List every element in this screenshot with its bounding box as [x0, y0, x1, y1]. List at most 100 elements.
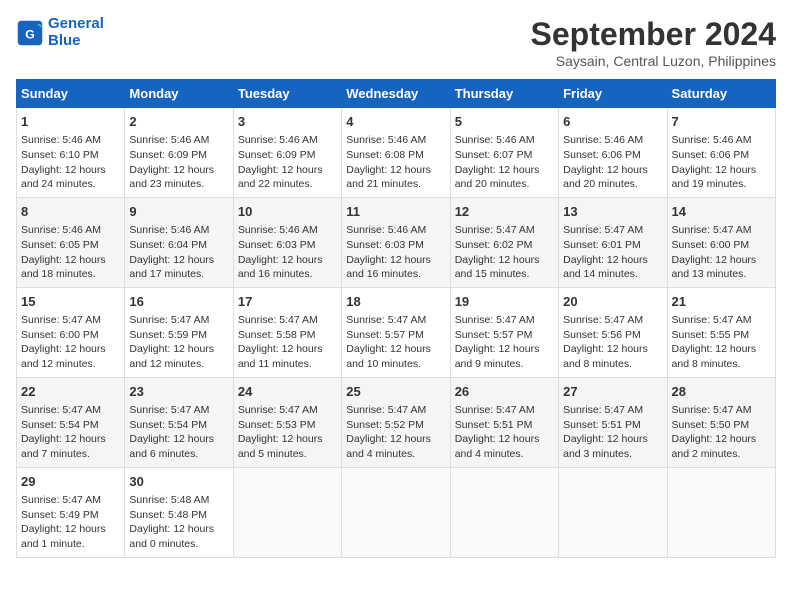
sunrise-text: Sunrise: 5:46 AM — [346, 133, 445, 148]
sunset-text: Sunset: 6:10 PM — [21, 148, 120, 163]
day-number: 27 — [563, 383, 662, 401]
day-number: 14 — [672, 203, 771, 221]
daylight-text: Daylight: 12 hours and 16 minutes. — [238, 253, 337, 282]
daylight-text: Daylight: 12 hours and 12 minutes. — [21, 342, 120, 371]
week-row-0: 1Sunrise: 5:46 AMSunset: 6:10 PMDaylight… — [17, 108, 776, 198]
cell-w1d6: 14 Sunrise: 5:47 AMSunset: 6:00 PMDayligh… — [667, 197, 775, 287]
day-number: 10 — [238, 203, 337, 221]
sunset-text: Sunset: 6:03 PM — [346, 238, 445, 253]
day-number: 25 — [346, 383, 445, 401]
calendar-table: Sunday Monday Tuesday Wednesday Thursday… — [16, 79, 776, 558]
cell-w2d3: 18Sunrise: 5:47 AMSunset: 5:57 PMDayligh… — [342, 287, 450, 377]
page-subtitle: Saysain, Central Luzon, Philippines — [531, 53, 776, 69]
sunrise-text: Sunrise: 5:47 AM — [129, 403, 228, 418]
logo-text: General Blue — [48, 16, 104, 49]
sunset-text: Sunset: 6:04 PM — [129, 238, 228, 253]
sunset-text: Sunset: 6:05 PM — [21, 238, 120, 253]
cell-w0d3: 4Sunrise: 5:46 AMSunset: 6:08 PMDaylight… — [342, 108, 450, 198]
sunrise-text: Sunrise: 5:46 AM — [238, 223, 337, 238]
title-area: September 2024 Saysain, Central Luzon, P… — [531, 16, 776, 69]
daylight-text: Daylight: 12 hours and 10 minutes. — [346, 342, 445, 371]
cell-w1d1: 9Sunrise: 5:46 AMSunset: 6:04 PMDaylight… — [125, 197, 233, 287]
cell-w0d4: 5Sunrise: 5:46 AMSunset: 6:07 PMDaylight… — [450, 108, 558, 198]
col-tuesday: Tuesday — [233, 80, 341, 108]
sunrise-text: Sunrise: 5:46 AM — [672, 133, 771, 148]
daylight-text: Daylight: 12 hours and 23 minutes. — [129, 163, 228, 192]
sunrise-text: Sunrise: 5:47 AM — [346, 403, 445, 418]
cell-w0d2: 3Sunrise: 5:46 AMSunset: 6:09 PMDaylight… — [233, 108, 341, 198]
daylight-text: Daylight: 12 hours and 4 minutes. — [346, 432, 445, 461]
cell-w3d1: 23Sunrise: 5:47 AMSunset: 5:54 PMDayligh… — [125, 377, 233, 467]
daylight-text: Daylight: 12 hours and 8 minutes. — [563, 342, 662, 371]
sunset-text: Sunset: 6:09 PM — [238, 148, 337, 163]
daylight-text: Daylight: 12 hours and 15 minutes. — [455, 253, 554, 282]
daylight-text: Daylight: 12 hours and 13 minutes. — [672, 253, 771, 282]
cell-w1d4: 12Sunrise: 5:47 AMSunset: 6:02 PMDayligh… — [450, 197, 558, 287]
sunrise-text: Sunrise: 5:47 AM — [455, 403, 554, 418]
sunrise-text: Sunrise: 5:47 AM — [346, 313, 445, 328]
cell-w0d5: 6Sunrise: 5:46 AMSunset: 6:06 PMDaylight… — [559, 108, 667, 198]
sunrise-text: Sunrise: 5:46 AM — [238, 133, 337, 148]
day-number: 1 — [21, 113, 120, 131]
cell-w3d3: 25 Sunrise: 5:47 AMSunset: 5:52 PMDayligh… — [342, 377, 450, 467]
page-title: September 2024 — [531, 16, 776, 53]
sunrise-text: Sunrise: 5:47 AM — [672, 223, 771, 238]
cell-w3d2: 24Sunrise: 5:47 AMSunset: 5:53 PMDayligh… — [233, 377, 341, 467]
cell-w4d5 — [559, 467, 667, 557]
cell-w4d6 — [667, 467, 775, 557]
cell-w4d1: 30Sunrise: 5:48 AMSunset: 5:48 PMDayligh… — [125, 467, 233, 557]
svg-text:G: G — [25, 27, 35, 41]
sunrise-text: Sunrise: 5:47 AM — [455, 313, 554, 328]
week-row-4: 29Sunrise: 5:47 AMSunset: 5:49 PMDayligh… — [17, 467, 776, 557]
sunrise-text: Sunrise: 5:47 AM — [455, 223, 554, 238]
day-number: 18 — [346, 293, 445, 311]
daylight-text: Daylight: 12 hours and 5 minutes. — [238, 432, 337, 461]
sunrise-text: Sunrise: 5:48 AM — [129, 493, 228, 508]
day-number: 21 — [672, 293, 771, 311]
day-number: 30 — [129, 473, 228, 491]
sunrise-text: Sunrise: 5:47 AM — [21, 313, 120, 328]
sunrise-text: Sunrise: 5:47 AM — [672, 403, 771, 418]
sunset-text: Sunset: 5:50 PM — [672, 418, 771, 433]
sunset-text: Sunset: 6:07 PM — [455, 148, 554, 163]
sunset-text: Sunset: 5:53 PM — [238, 418, 337, 433]
sunset-text: Sunset: 6:03 PM — [238, 238, 337, 253]
day-number: 4 — [346, 113, 445, 131]
daylight-text: Daylight: 12 hours and 24 minutes. — [21, 163, 120, 192]
cell-w2d1: 16Sunrise: 5:47 AMSunset: 5:59 PMDayligh… — [125, 287, 233, 377]
sunrise-text: Sunrise: 5:46 AM — [21, 223, 120, 238]
cell-w2d5: 20Sunrise: 5:47 AMSunset: 5:56 PMDayligh… — [559, 287, 667, 377]
col-friday: Friday — [559, 80, 667, 108]
sunrise-text: Sunrise: 5:46 AM — [563, 133, 662, 148]
sunset-text: Sunset: 6:00 PM — [21, 328, 120, 343]
sunrise-text: Sunrise: 5:47 AM — [563, 313, 662, 328]
cell-w3d6: 28Sunrise: 5:47 AMSunset: 5:50 PMDayligh… — [667, 377, 775, 467]
cell-w2d6: 21Sunrise: 5:47 AMSunset: 5:55 PMDayligh… — [667, 287, 775, 377]
cell-w2d2: 17Sunrise: 5:47 AMSunset: 5:58 PMDayligh… — [233, 287, 341, 377]
logo: G General Blue — [16, 16, 104, 49]
day-number: 11 — [346, 203, 445, 221]
day-number: 6 — [563, 113, 662, 131]
sunset-text: Sunset: 5:57 PM — [455, 328, 554, 343]
daylight-text: Daylight: 12 hours and 20 minutes. — [563, 163, 662, 192]
day-number: 15 — [21, 293, 120, 311]
cell-w2d4: 19Sunrise: 5:47 AMSunset: 5:57 PMDayligh… — [450, 287, 558, 377]
day-number: 8 — [21, 203, 120, 221]
daylight-text: Daylight: 12 hours and 2 minutes. — [672, 432, 771, 461]
daylight-text: Daylight: 12 hours and 18 minutes. — [21, 253, 120, 282]
day-number: 19 — [455, 293, 554, 311]
daylight-text: Daylight: 12 hours and 22 minutes. — [238, 163, 337, 192]
col-thursday: Thursday — [450, 80, 558, 108]
day-number: 29 — [21, 473, 120, 491]
daylight-text: Daylight: 12 hours and 21 minutes. — [346, 163, 445, 192]
sunrise-text: Sunrise: 5:47 AM — [238, 403, 337, 418]
cell-w0d1: 2Sunrise: 5:46 AMSunset: 6:09 PMDaylight… — [125, 108, 233, 198]
week-row-3: 22Sunrise: 5:47 AMSunset: 5:54 PMDayligh… — [17, 377, 776, 467]
sunset-text: Sunset: 5:55 PM — [672, 328, 771, 343]
sunset-text: Sunset: 6:00 PM — [672, 238, 771, 253]
day-number: 22 — [21, 383, 120, 401]
sunrise-text: Sunrise: 5:47 AM — [672, 313, 771, 328]
sunset-text: Sunset: 5:52 PM — [346, 418, 445, 433]
day-number: 9 — [129, 203, 228, 221]
sunset-text: Sunset: 6:02 PM — [455, 238, 554, 253]
